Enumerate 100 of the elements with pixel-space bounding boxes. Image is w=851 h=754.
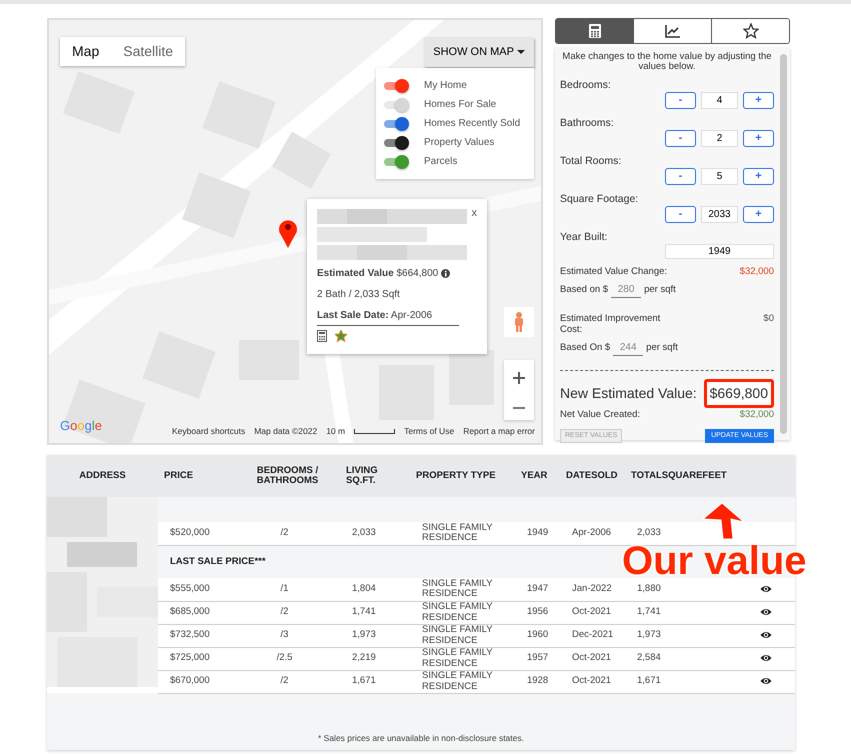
- table-cell: 2,033: [352, 527, 376, 538]
- field-label: Estimated Improvement Cost:: [560, 314, 662, 336]
- table-cell: Oct-2021: [572, 606, 612, 618]
- map-type-tab[interactable]: Satellite: [111, 37, 186, 66]
- field-label: Year Built:: [560, 230, 608, 244]
- table-cell: 1956: [527, 606, 548, 618]
- zoom-in-icon[interactable]: [513, 372, 525, 384]
- increment-button[interactable]: +: [743, 92, 774, 109]
- number-field[interactable]: 2033: [701, 206, 738, 223]
- eye-icon[interactable]: [760, 653, 772, 664]
- estimated-value: Estimated Value $664,800: [317, 267, 438, 281]
- field-label: New Estimated Value:: [560, 384, 697, 404]
- number-field[interactable]: 5: [701, 168, 738, 185]
- table-cell: 2,219: [352, 652, 376, 664]
- table-cell: 1947: [527, 583, 548, 594]
- attribution-link[interactable]: Keyboard shortcuts: [172, 425, 246, 438]
- caret-icon: [516, 50, 525, 54]
- column-header: PROPERTY TYPE: [416, 470, 496, 481]
- field-label: Net Value Created:: [560, 410, 640, 421]
- layer-toggle[interactable]: [384, 78, 410, 94]
- last-sale-date: Last Sale Date: Apr-2006: [317, 309, 434, 323]
- layer-label: My Home: [424, 79, 467, 93]
- scale-bar: [354, 429, 396, 434]
- table-cell: Jan-2022: [572, 583, 612, 594]
- eye-icon[interactable]: [760, 607, 772, 618]
- layer-label: Homes Recently Sold: [424, 117, 520, 131]
- amount-value: $32,000: [740, 266, 774, 278]
- map-type-tab[interactable]: Map: [60, 37, 112, 66]
- table-cell: 1,671: [352, 675, 376, 686]
- rate-field[interactable]: 244: [613, 340, 644, 356]
- table-cell: 1,973: [352, 629, 376, 640]
- panel-tab[interactable]: [711, 19, 789, 43]
- layer-toggle[interactable]: [384, 154, 410, 170]
- number-field[interactable]: 2: [701, 130, 738, 147]
- table-cell: 1957: [527, 652, 548, 664]
- decrement-button[interactable]: -: [665, 92, 696, 109]
- scrollbar[interactable]: [780, 54, 787, 434]
- star-icon[interactable]: [335, 330, 347, 342]
- table-cell: $725,000: [170, 652, 210, 664]
- field-label: Bathrooms:: [560, 116, 615, 130]
- layer-label: Property Values: [424, 136, 494, 150]
- instructions-text: Make changes to the home value by adjusting the values below.: [561, 52, 773, 73]
- eye-icon[interactable]: [760, 584, 772, 594]
- calculator-icon[interactable]: [317, 330, 327, 342]
- table-cell: 1960: [527, 629, 548, 640]
- column-header: TOTALSQUAREFEET: [631, 470, 727, 481]
- table-cell: $732,500: [170, 629, 210, 640]
- table-cell: /3: [280, 629, 288, 640]
- close-button[interactable]: x: [472, 205, 477, 222]
- decrement-button[interactable]: -: [665, 168, 696, 185]
- calculator-icon: [588, 24, 602, 38]
- eye-icon[interactable]: [760, 676, 772, 686]
- table-cell: SINGLE FAMILY RESIDENCE: [422, 522, 492, 544]
- show-on-map-button[interactable]: SHOW ON MAP: [424, 37, 534, 67]
- increment-button[interactable]: +: [743, 206, 774, 223]
- chart-icon: [664, 24, 680, 38]
- panel-tab[interactable]: [556, 19, 633, 43]
- layer-toggle[interactable]: [384, 134, 410, 150]
- decrement-button[interactable]: -: [665, 130, 696, 147]
- field-label: Square Footage:: [560, 192, 640, 206]
- table-cell: 1,671: [637, 675, 661, 686]
- table-cell: /2: [280, 606, 288, 618]
- field-label: Bedrooms:: [560, 78, 612, 92]
- table-cell: 1,804: [352, 583, 376, 594]
- decrement-button[interactable]: -: [665, 206, 696, 223]
- number-field[interactable]: 4: [701, 92, 738, 109]
- column-header: ADDRESS: [79, 470, 126, 481]
- table-cell: SINGLE FAMILY RESIDENCE: [422, 647, 492, 668]
- amount-value: $32,000: [740, 410, 774, 421]
- rate-field[interactable]: 280: [611, 282, 642, 298]
- attribution-link[interactable]: Terms of Use: [404, 425, 454, 438]
- table-cell: SINGLE FAMILY RESIDENCE: [422, 601, 492, 622]
- column-header: LIVING SQ.FT.: [346, 464, 378, 486]
- field-label: Estimated Value Change:: [560, 266, 668, 278]
- table-cell: /2: [280, 527, 288, 538]
- year-field[interactable]: 1949: [665, 244, 774, 259]
- table-cell: 1949: [527, 527, 548, 538]
- field-label: per sqft: [646, 341, 678, 356]
- layer-toggle[interactable]: [384, 96, 410, 112]
- table-cell: 1,880: [637, 583, 661, 594]
- scale-label: 10 m: [326, 425, 346, 438]
- field-label: Based On $: [560, 341, 610, 356]
- info-icon[interactable]: [441, 269, 450, 278]
- google-logo: Google: [60, 416, 102, 435]
- table-cell: Dec-2021: [572, 629, 614, 640]
- table-cell: $520,000: [170, 527, 210, 538]
- table-cell: 1,741: [352, 606, 376, 618]
- attribution-link[interactable]: Map data ©2022: [254, 425, 318, 438]
- amount-value: $0: [763, 314, 774, 326]
- eye-icon[interactable]: [760, 630, 772, 640]
- table-cell: SINGLE FAMILY RESIDENCE: [422, 670, 492, 692]
- table-cell: $685,000: [170, 606, 210, 618]
- attribution-link[interactable]: Report a map error: [463, 425, 535, 438]
- increment-button[interactable]: +: [743, 168, 774, 185]
- increment-button[interactable]: +: [743, 130, 774, 147]
- star-icon: [742, 23, 758, 39]
- table-cell: Oct-2021: [572, 675, 612, 686]
- layer-toggle[interactable]: [384, 116, 410, 132]
- table-cell: 2,033: [637, 527, 661, 538]
- table-cell: /2.5: [276, 652, 292, 664]
